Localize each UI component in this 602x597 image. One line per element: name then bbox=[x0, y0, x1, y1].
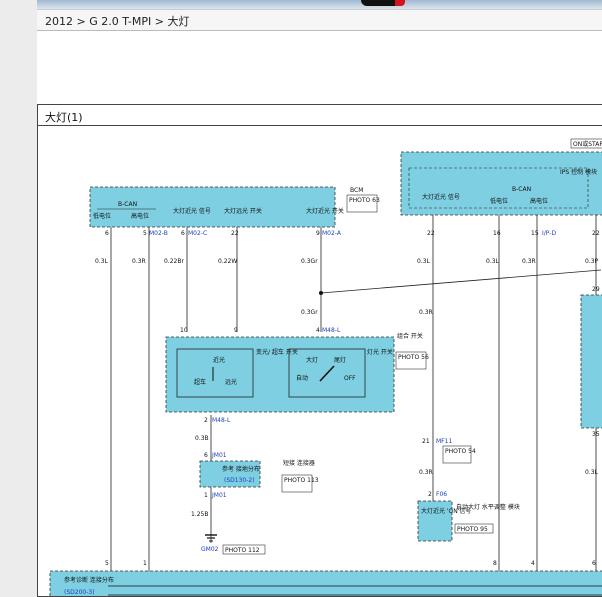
combo-photo: PHOTO 56 bbox=[398, 354, 429, 361]
bcm-low-beam-sw: 大灯近光 开关 bbox=[306, 207, 344, 215]
wire-gauge-7: 0.3L bbox=[417, 258, 431, 265]
splice-ref: 参考 接地分布 bbox=[222, 465, 260, 473]
pin-f06: F06 bbox=[436, 491, 447, 498]
wire-gauge-12: 0.3B bbox=[195, 435, 209, 442]
breadcrumb-bar: 2012 > G 2.0 T-MPI > 大灯 bbox=[37, 9, 602, 31]
pin-ipd: I/P-D bbox=[542, 230, 556, 237]
wire-gauge-6: 0.3Gr bbox=[301, 309, 318, 316]
mf11-photo: PHOTO 54 bbox=[445, 448, 476, 455]
bcm-high-beam-sw: 大灯远光 开关 bbox=[224, 207, 262, 215]
pin-22: 22 bbox=[231, 230, 239, 237]
pin-10: 10 bbox=[180, 327, 188, 334]
wire-gauge-9: 0.3R bbox=[522, 258, 536, 265]
ips-headlamp-signal: 大灯近光 信号 bbox=[422, 193, 460, 201]
dimmer-switch-label: 变光/ 超车 开关 bbox=[256, 348, 298, 356]
splice-name: 短接 连接器 bbox=[283, 459, 315, 467]
switch-tail-label: 尾灯 bbox=[334, 356, 346, 364]
pin-9b: 9 bbox=[234, 327, 238, 334]
pin-m48l-2: M48-L bbox=[212, 417, 231, 424]
wire-gauge-8: 0.3L bbox=[486, 258, 500, 265]
wire-gauge-10: 0.3P bbox=[585, 258, 599, 265]
combo-switch-name: 组合 开关 bbox=[397, 332, 423, 340]
pin-16: 16 bbox=[493, 230, 501, 237]
ground-id: GM02 bbox=[201, 546, 219, 553]
switch-high-label: 远光 bbox=[225, 378, 237, 386]
pin-m02c: M02-C bbox=[188, 230, 207, 237]
diag-ref-label: 参考诊断 连接分布 bbox=[64, 576, 114, 584]
ground-photo: PHOTO 112 bbox=[225, 547, 260, 554]
pin-m02a: M02-A bbox=[322, 230, 342, 237]
wire-gauge-3: 0.22Br bbox=[164, 258, 184, 265]
wire-gauge-2: 0.3R bbox=[132, 258, 146, 265]
pin-1: 1 bbox=[204, 492, 208, 499]
wiring-schematic: ON或START BCM PHOTO 63 B-CAN 低电位 高电位 大灯近光… bbox=[49, 138, 602, 596]
pin-35: 35 bbox=[592, 431, 600, 438]
ips-high-label: 高电位 bbox=[530, 197, 548, 205]
breadcrumb[interactable]: 2012 > G 2.0 T-MPI > 大灯 bbox=[45, 13, 189, 29]
pin-m02b: M02-B bbox=[149, 230, 168, 237]
pin-6: 6 bbox=[105, 230, 109, 237]
ips-name: IPS 控制 模块 bbox=[560, 168, 597, 176]
leveling-photo: PHOTO 95 bbox=[457, 526, 488, 533]
switch-low-label: 近光 bbox=[213, 356, 225, 364]
pin-6c: 6 bbox=[204, 452, 208, 459]
pin-1b: 1 bbox=[143, 560, 147, 567]
pin-6b: 6 bbox=[181, 230, 185, 237]
splice-sd-ref[interactable]: (SD130-2) bbox=[224, 477, 255, 484]
splice-node bbox=[319, 291, 323, 295]
wire-gauge-11: 0.3R bbox=[419, 309, 433, 316]
right-module-partial bbox=[580, 294, 602, 429]
light-switch-label: 灯光 开关 bbox=[367, 348, 393, 356]
bcm-photo: PHOTO 63 bbox=[349, 197, 380, 204]
bcm-low-label: 低电位 bbox=[93, 212, 111, 220]
pin-21: 21 bbox=[422, 438, 430, 445]
switch-auto-label: 自动 bbox=[296, 374, 308, 382]
pin-m48l: M48-L bbox=[322, 327, 341, 334]
splice-jm01: JM01 bbox=[211, 452, 227, 459]
brand-logo-accent bbox=[395, 0, 405, 6]
leveling-module bbox=[417, 500, 453, 542]
ips-low-label: 低电位 bbox=[490, 197, 508, 205]
bcm-low-beam-sig: 大灯近光 信号 bbox=[173, 207, 211, 215]
pin-8: 8 bbox=[493, 560, 497, 567]
pin-5b: 5 bbox=[105, 560, 109, 567]
pin-29: 29 bbox=[592, 286, 600, 293]
pin-6d: 6 bbox=[592, 560, 596, 567]
splice-jm01-b: JM01 bbox=[211, 492, 227, 499]
switch-off-label: OFF bbox=[344, 375, 356, 382]
wire-gauge-1: 0.3L bbox=[95, 258, 109, 265]
pin-9: 9 bbox=[316, 230, 320, 237]
ips-module bbox=[400, 151, 602, 216]
wire-gauge-5: 0.3Gr bbox=[301, 258, 318, 265]
pin-5: 5 bbox=[143, 230, 147, 237]
pin-4: 4 bbox=[316, 327, 320, 334]
splice-photo: PHOTO 113 bbox=[284, 477, 319, 484]
switch-pass-label: 超车 bbox=[194, 378, 206, 386]
pin-mf11: MF11 bbox=[436, 438, 452, 445]
pin-22b: 22 bbox=[427, 230, 435, 237]
ips-bcan-label: B-CAN bbox=[512, 186, 531, 193]
pin-2b: 2 bbox=[428, 491, 432, 498]
bcm-high-label: 高电位 bbox=[131, 212, 149, 220]
pin-15: 15 bbox=[531, 230, 539, 237]
wire-gauge-15: 0.3L bbox=[585, 469, 599, 476]
wire-gauge-13: 1.25B bbox=[191, 511, 208, 518]
header-banner bbox=[37, 0, 602, 9]
switch-head-label: 大灯 bbox=[306, 356, 318, 364]
bcm-bcan-label: B-CAN bbox=[118, 201, 137, 208]
wire-hid-label: HID bbox=[419, 318, 431, 325]
power-source-label: ON或START bbox=[573, 140, 602, 148]
diag-ref-sd[interactable]: (SD200-3) bbox=[64, 589, 95, 596]
pin-2: 2 bbox=[204, 417, 208, 424]
leveling-name: 自动大灯 水平调整 模块 bbox=[456, 503, 520, 511]
wiring-diagram-panel: 大灯(1) ON或START BCM PHOTO 63 B-CAN 低电位 高电… bbox=[37, 104, 602, 597]
wire-gauge-4: 0.22W bbox=[218, 258, 237, 265]
pin-4b: 4 bbox=[531, 560, 535, 567]
wire-gauge-14: 0.3R bbox=[419, 469, 433, 476]
bcm-name: BCM bbox=[350, 187, 363, 194]
diagnostic-bus bbox=[49, 570, 602, 596]
